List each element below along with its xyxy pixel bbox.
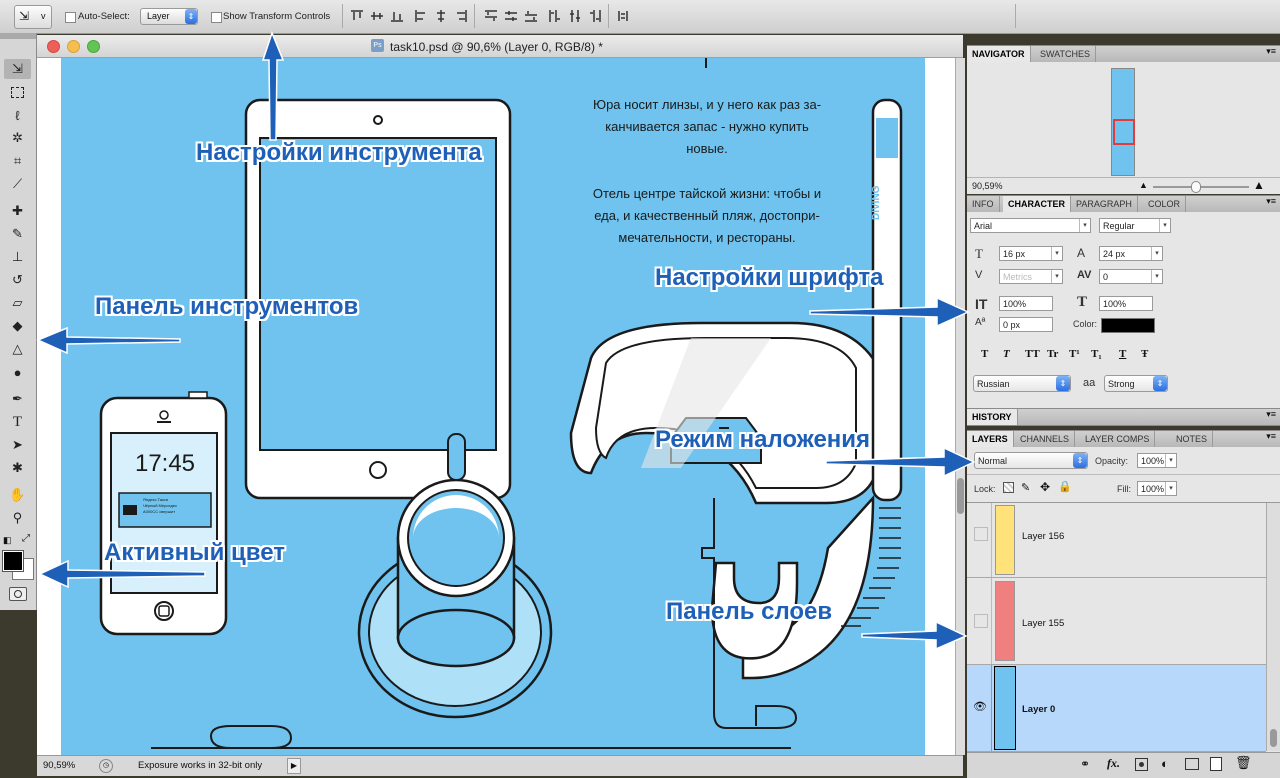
annotation-layers-panel: Панель слоев [666, 598, 833, 625]
annotation-active-color: Активный цвет [104, 539, 285, 566]
arrow-left [36, 326, 181, 355]
annotation-arrows [36, 30, 976, 651]
arrow-right [809, 296, 970, 328]
annotation-font-settings: Настройки шрифта [655, 264, 884, 291]
annotation-blend-mode: Режим наложения [655, 426, 871, 453]
arrow-right [861, 620, 968, 651]
annotation-tools-panel: Панель инструментов [95, 293, 359, 320]
annotation-tool-settings: Настройки инструмента [196, 139, 482, 166]
arrow-up [261, 30, 285, 141]
